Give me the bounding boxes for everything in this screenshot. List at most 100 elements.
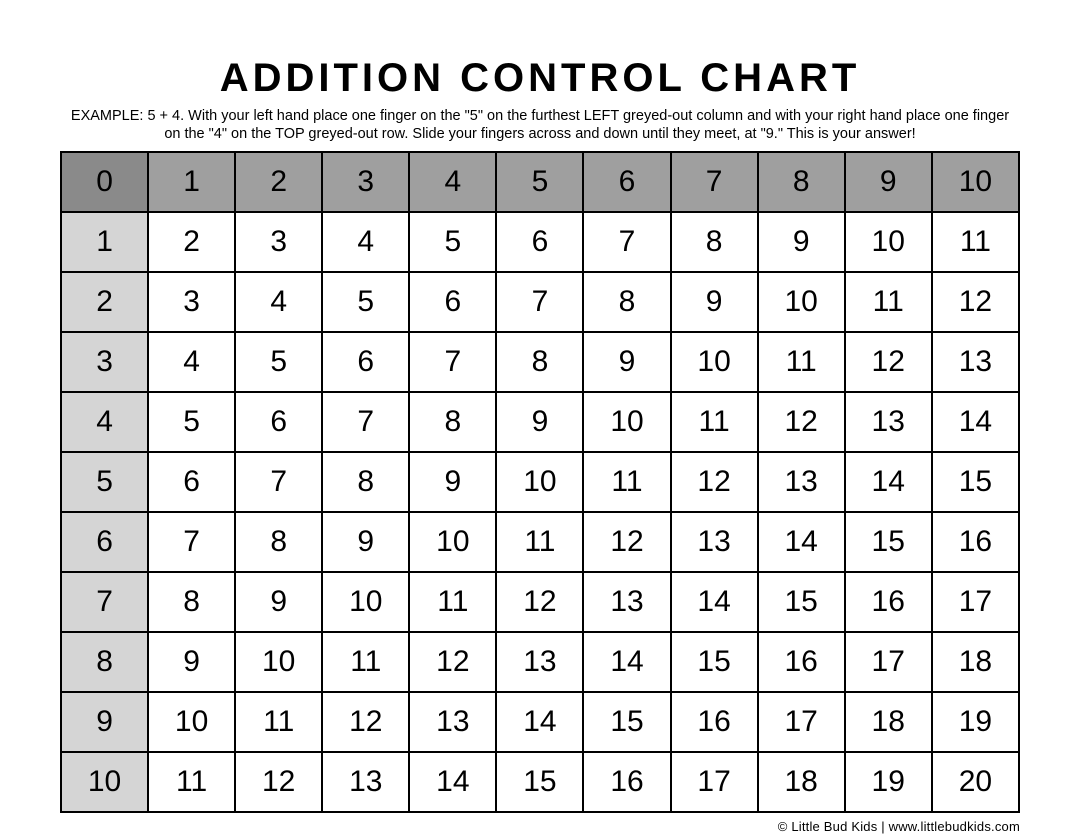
row-header: 7	[61, 572, 148, 632]
table-cell: 15	[758, 572, 845, 632]
table-cell: 5	[148, 392, 235, 452]
table-cell: 14	[758, 512, 845, 572]
addition-chart-table: 0 1 2 3 4 5 6 7 8 9 10 1 2 3 4 5 6 7 8 9…	[60, 151, 1020, 813]
table-cell: 13	[496, 632, 583, 692]
header-cell: 8	[758, 152, 845, 212]
table-cell: 15	[583, 692, 670, 752]
header-cell: 3	[322, 152, 409, 212]
table-cell: 9	[148, 632, 235, 692]
row-header: 6	[61, 512, 148, 572]
table-cell: 11	[148, 752, 235, 812]
table-cell: 18	[758, 752, 845, 812]
table-cell: 13	[322, 752, 409, 812]
table-cell: 7	[409, 332, 496, 392]
table-cell: 4	[322, 212, 409, 272]
table-cell: 14	[583, 632, 670, 692]
table-cell: 11	[845, 272, 932, 332]
table-cell: 14	[671, 572, 758, 632]
table-row: 3 4 5 6 7 8 9 10 11 12 13	[61, 332, 1019, 392]
table-cell: 9	[409, 452, 496, 512]
table-cell: 11	[583, 452, 670, 512]
table-cell: 9	[758, 212, 845, 272]
table-row: 9 10 11 12 13 14 15 16 17 18 19	[61, 692, 1019, 752]
table-cell: 12	[845, 332, 932, 392]
table-cell: 14	[932, 392, 1019, 452]
table-cell: 17	[758, 692, 845, 752]
page-subtitle: EXAMPLE: 5 + 4. With your left hand plac…	[60, 107, 1020, 143]
header-cell: 9	[845, 152, 932, 212]
header-row: 0 1 2 3 4 5 6 7 8 9 10	[61, 152, 1019, 212]
header-cell: 0	[61, 152, 148, 212]
table-cell: 11	[235, 692, 322, 752]
table-cell: 6	[496, 212, 583, 272]
table-cell: 4	[148, 332, 235, 392]
table-cell: 18	[932, 632, 1019, 692]
table-cell: 10	[322, 572, 409, 632]
table-cell: 15	[845, 512, 932, 572]
table-cell: 10	[235, 632, 322, 692]
table-cell: 17	[671, 752, 758, 812]
table-cell: 13	[845, 392, 932, 452]
table-cell: 20	[932, 752, 1019, 812]
table-cell: 9	[235, 572, 322, 632]
row-header: 4	[61, 392, 148, 452]
table-cell: 6	[409, 272, 496, 332]
table-cell: 8	[148, 572, 235, 632]
table-cell: 12	[496, 572, 583, 632]
footer-credit: © Little Bud Kids | www.littlebudkids.co…	[60, 819, 1020, 834]
table-cell: 15	[671, 632, 758, 692]
table-cell: 13	[409, 692, 496, 752]
page-title: ADDITION CONTROL CHART	[60, 56, 1020, 101]
table-cell: 9	[322, 512, 409, 572]
table-cell: 16	[932, 512, 1019, 572]
table-cell: 11	[409, 572, 496, 632]
table-cell: 10	[148, 692, 235, 752]
table-cell: 3	[235, 212, 322, 272]
table-cell: 13	[932, 332, 1019, 392]
table-cell: 11	[322, 632, 409, 692]
table-cell: 2	[148, 212, 235, 272]
table-cell: 14	[496, 692, 583, 752]
table-cell: 16	[671, 692, 758, 752]
page: ADDITION CONTROL CHART EXAMPLE: 5 + 4. W…	[0, 0, 1080, 834]
header-cell: 5	[496, 152, 583, 212]
table-cell: 5	[235, 332, 322, 392]
table-cell: 11	[671, 392, 758, 452]
table-cell: 12	[932, 272, 1019, 332]
table-cell: 9	[671, 272, 758, 332]
table-row: 6 7 8 9 10 11 12 13 14 15 16	[61, 512, 1019, 572]
row-header: 5	[61, 452, 148, 512]
table-cell: 16	[583, 752, 670, 812]
table-cell: 14	[845, 452, 932, 512]
table-row: 5 6 7 8 9 10 11 12 13 14 15	[61, 452, 1019, 512]
table-row: 8 9 10 11 12 13 14 15 16 17 18	[61, 632, 1019, 692]
table-cell: 4	[235, 272, 322, 332]
table-cell: 8	[235, 512, 322, 572]
header-cell: 6	[583, 152, 670, 212]
table-cell: 11	[496, 512, 583, 572]
header-cell: 7	[671, 152, 758, 212]
table-row: 10 11 12 13 14 15 16 17 18 19 20	[61, 752, 1019, 812]
table-cell: 13	[583, 572, 670, 632]
table-cell: 16	[758, 632, 845, 692]
table-cell: 8	[322, 452, 409, 512]
table-cell: 5	[409, 212, 496, 272]
table-cell: 7	[583, 212, 670, 272]
table-cell: 12	[409, 632, 496, 692]
header-cell: 10	[932, 152, 1019, 212]
table-cell: 8	[671, 212, 758, 272]
row-header: 3	[61, 332, 148, 392]
table-cell: 7	[322, 392, 409, 452]
table-cell: 8	[409, 392, 496, 452]
table-cell: 15	[932, 452, 1019, 512]
table-row: 7 8 9 10 11 12 13 14 15 16 17	[61, 572, 1019, 632]
table-cell: 18	[845, 692, 932, 752]
table-cell: 12	[322, 692, 409, 752]
table-cell: 6	[322, 332, 409, 392]
table-cell: 10	[671, 332, 758, 392]
table-cell: 3	[148, 272, 235, 332]
table-cell: 7	[235, 452, 322, 512]
table-cell: 7	[496, 272, 583, 332]
table-cell: 16	[845, 572, 932, 632]
table-cell: 10	[409, 512, 496, 572]
